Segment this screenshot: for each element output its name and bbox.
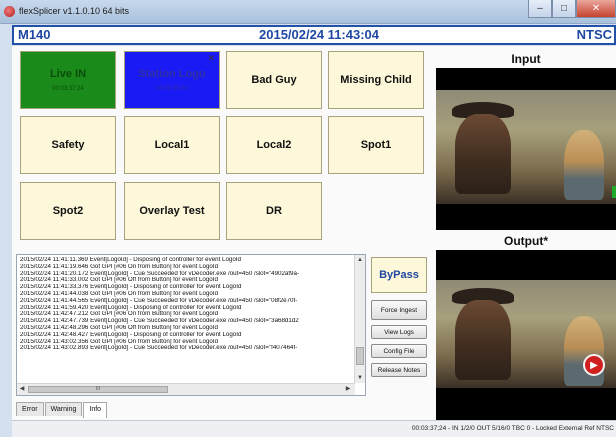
- config-file-button[interactable]: Config File: [371, 344, 427, 358]
- close-button[interactable]: ✕: [576, 0, 616, 18]
- event-button-overlay-test[interactable]: Overlay Test: [124, 182, 220, 240]
- scroll-thumb[interactable]: [356, 347, 364, 365]
- event-button-local2[interactable]: Local2: [226, 116, 322, 174]
- log-line: 2015/02/24 11:41:59.420 Event[LogoId] - …: [20, 304, 242, 311]
- log-line: 2015/02/24 11:42:47.212 Got GPI [#06 On …: [20, 311, 219, 318]
- event-label: Live IN: [49, 68, 87, 80]
- log-line: 2015/02/24 11:41:44.565 Event[LogoId] - …: [20, 297, 298, 304]
- log-lines: 2015/02/24 11:41:11.369 Event[LogoId] - …: [20, 257, 352, 381]
- event-label: Station Logo: [138, 68, 206, 80]
- log-line: 2015/02/24 11:42:48.296 Got GPI [#06 Off…: [20, 324, 218, 331]
- log-line: 2015/02/24 11:41:33.376 Event[LogoId] - …: [20, 284, 242, 291]
- current-datetime: 2015/02/24 11:43:04: [259, 27, 379, 42]
- station-logo-overlay-icon: ▶: [583, 354, 605, 376]
- input-video-preview: [436, 68, 616, 230]
- main-panel: Live IN 00:03:37:24 ✕ Station Logo 00:00…: [12, 46, 616, 437]
- output-video-label: Output*: [504, 234, 548, 248]
- view-logs-button[interactable]: View Logs: [371, 325, 427, 339]
- event-button-safety[interactable]: Safety: [20, 116, 116, 174]
- release-notes-button[interactable]: Release Notes: [371, 363, 427, 377]
- app-icon: [4, 6, 15, 17]
- tab-info[interactable]: Info: [83, 402, 108, 418]
- scroll-right-icon[interactable]: ▶: [343, 384, 353, 395]
- log-line: 2015/02/24 11:41:44.038 Got GPI [#06 On …: [20, 290, 219, 297]
- status-bar: 00:03:37;24 - IN 1/2/0 OUT 5/16/0 TBC 0 …: [12, 420, 616, 437]
- status-text: 00:03:37;24 - IN 1/2/0 OUT 5/16/0 TBC 0 …: [411, 425, 614, 432]
- input-video-frame: [436, 90, 616, 204]
- video-format: NTSC: [576, 27, 612, 42]
- input-video-label: Input: [511, 52, 541, 66]
- tab-error[interactable]: Error: [16, 402, 44, 416]
- log-line: 2015/02/24 11:41:19.646 Got GPI [#06 On …: [20, 263, 219, 270]
- log-vertical-scrollbar[interactable]: ▲ ▼: [354, 255, 365, 383]
- event-button-missing-child[interactable]: Missing Child: [328, 51, 424, 109]
- scroll-down-icon[interactable]: ▼: [355, 373, 365, 383]
- event-log[interactable]: 2015/02/24 11:41:11.369 Event[LogoId] - …: [16, 254, 366, 396]
- scroll-left-icon[interactable]: ◀: [17, 384, 27, 395]
- event-timecode: 00:00:00:00: [156, 86, 188, 92]
- force-ingest-button[interactable]: Force Ingest: [371, 300, 427, 320]
- event-button-station-logo[interactable]: ✕ Station Logo 00:00:00:00: [124, 51, 220, 109]
- log-line: 2015/02/24 11:41:11.369 Event[LogoId] - …: [20, 257, 241, 263]
- bypass-button[interactable]: ByPass: [371, 257, 427, 293]
- event-button-bad-guy[interactable]: Bad Guy: [226, 51, 322, 109]
- scroll-up-icon[interactable]: ▲: [355, 255, 365, 265]
- log-line: 2015/02/24 11:43:02.893 Event[LogoId] - …: [20, 345, 298, 352]
- log-line: 2015/02/24 11:42:48.427 Event[LogoId] - …: [20, 331, 242, 338]
- event-timecode: 00:03:37:24: [52, 86, 84, 92]
- log-tabs: Error Warning Info: [16, 402, 108, 418]
- log-line: 2015/02/24 11:41:20.172 Event[LogoId] - …: [20, 270, 300, 277]
- output-video-preview: ▶: [436, 250, 616, 420]
- signal-indicator: [612, 186, 616, 198]
- event-button-dr[interactable]: DR: [226, 182, 322, 240]
- log-line: 2015/02/24 11:41:33.002 Got GPI [#06 Off…: [20, 277, 218, 284]
- status-header: M140 2015/02/24 11:43:04 NTSC: [12, 25, 616, 45]
- close-icon[interactable]: ✕: [207, 53, 215, 64]
- window-titlebar[interactable]: flexSplicer v1.1.0.10 64 bits – □ ✕: [0, 0, 616, 24]
- event-button-local1[interactable]: Local1: [124, 116, 220, 174]
- event-button-spot1[interactable]: Spot1: [328, 116, 424, 174]
- maximize-button[interactable]: □: [552, 0, 576, 18]
- minimize-button[interactable]: –: [528, 0, 552, 18]
- window-title: flexSplicer v1.1.0.10 64 bits: [19, 6, 130, 16]
- event-button-live-in[interactable]: Live IN 00:03:37:24: [20, 51, 116, 109]
- window-controls: – □ ✕: [528, 0, 616, 19]
- scroll-thumb[interactable]: III: [28, 386, 168, 393]
- log-line: 2015/02/24 11:43:02.356 Got GPI [#06 On …: [20, 338, 219, 345]
- log-line: 2015/02/24 11:42:47.739 Event[LogoId] - …: [20, 318, 299, 325]
- tab-warning[interactable]: Warning: [44, 402, 83, 416]
- event-button-spot2[interactable]: Spot2: [20, 182, 116, 240]
- station-name: M140: [18, 27, 51, 42]
- log-horizontal-scrollbar[interactable]: ◀ III ▶: [17, 383, 355, 395]
